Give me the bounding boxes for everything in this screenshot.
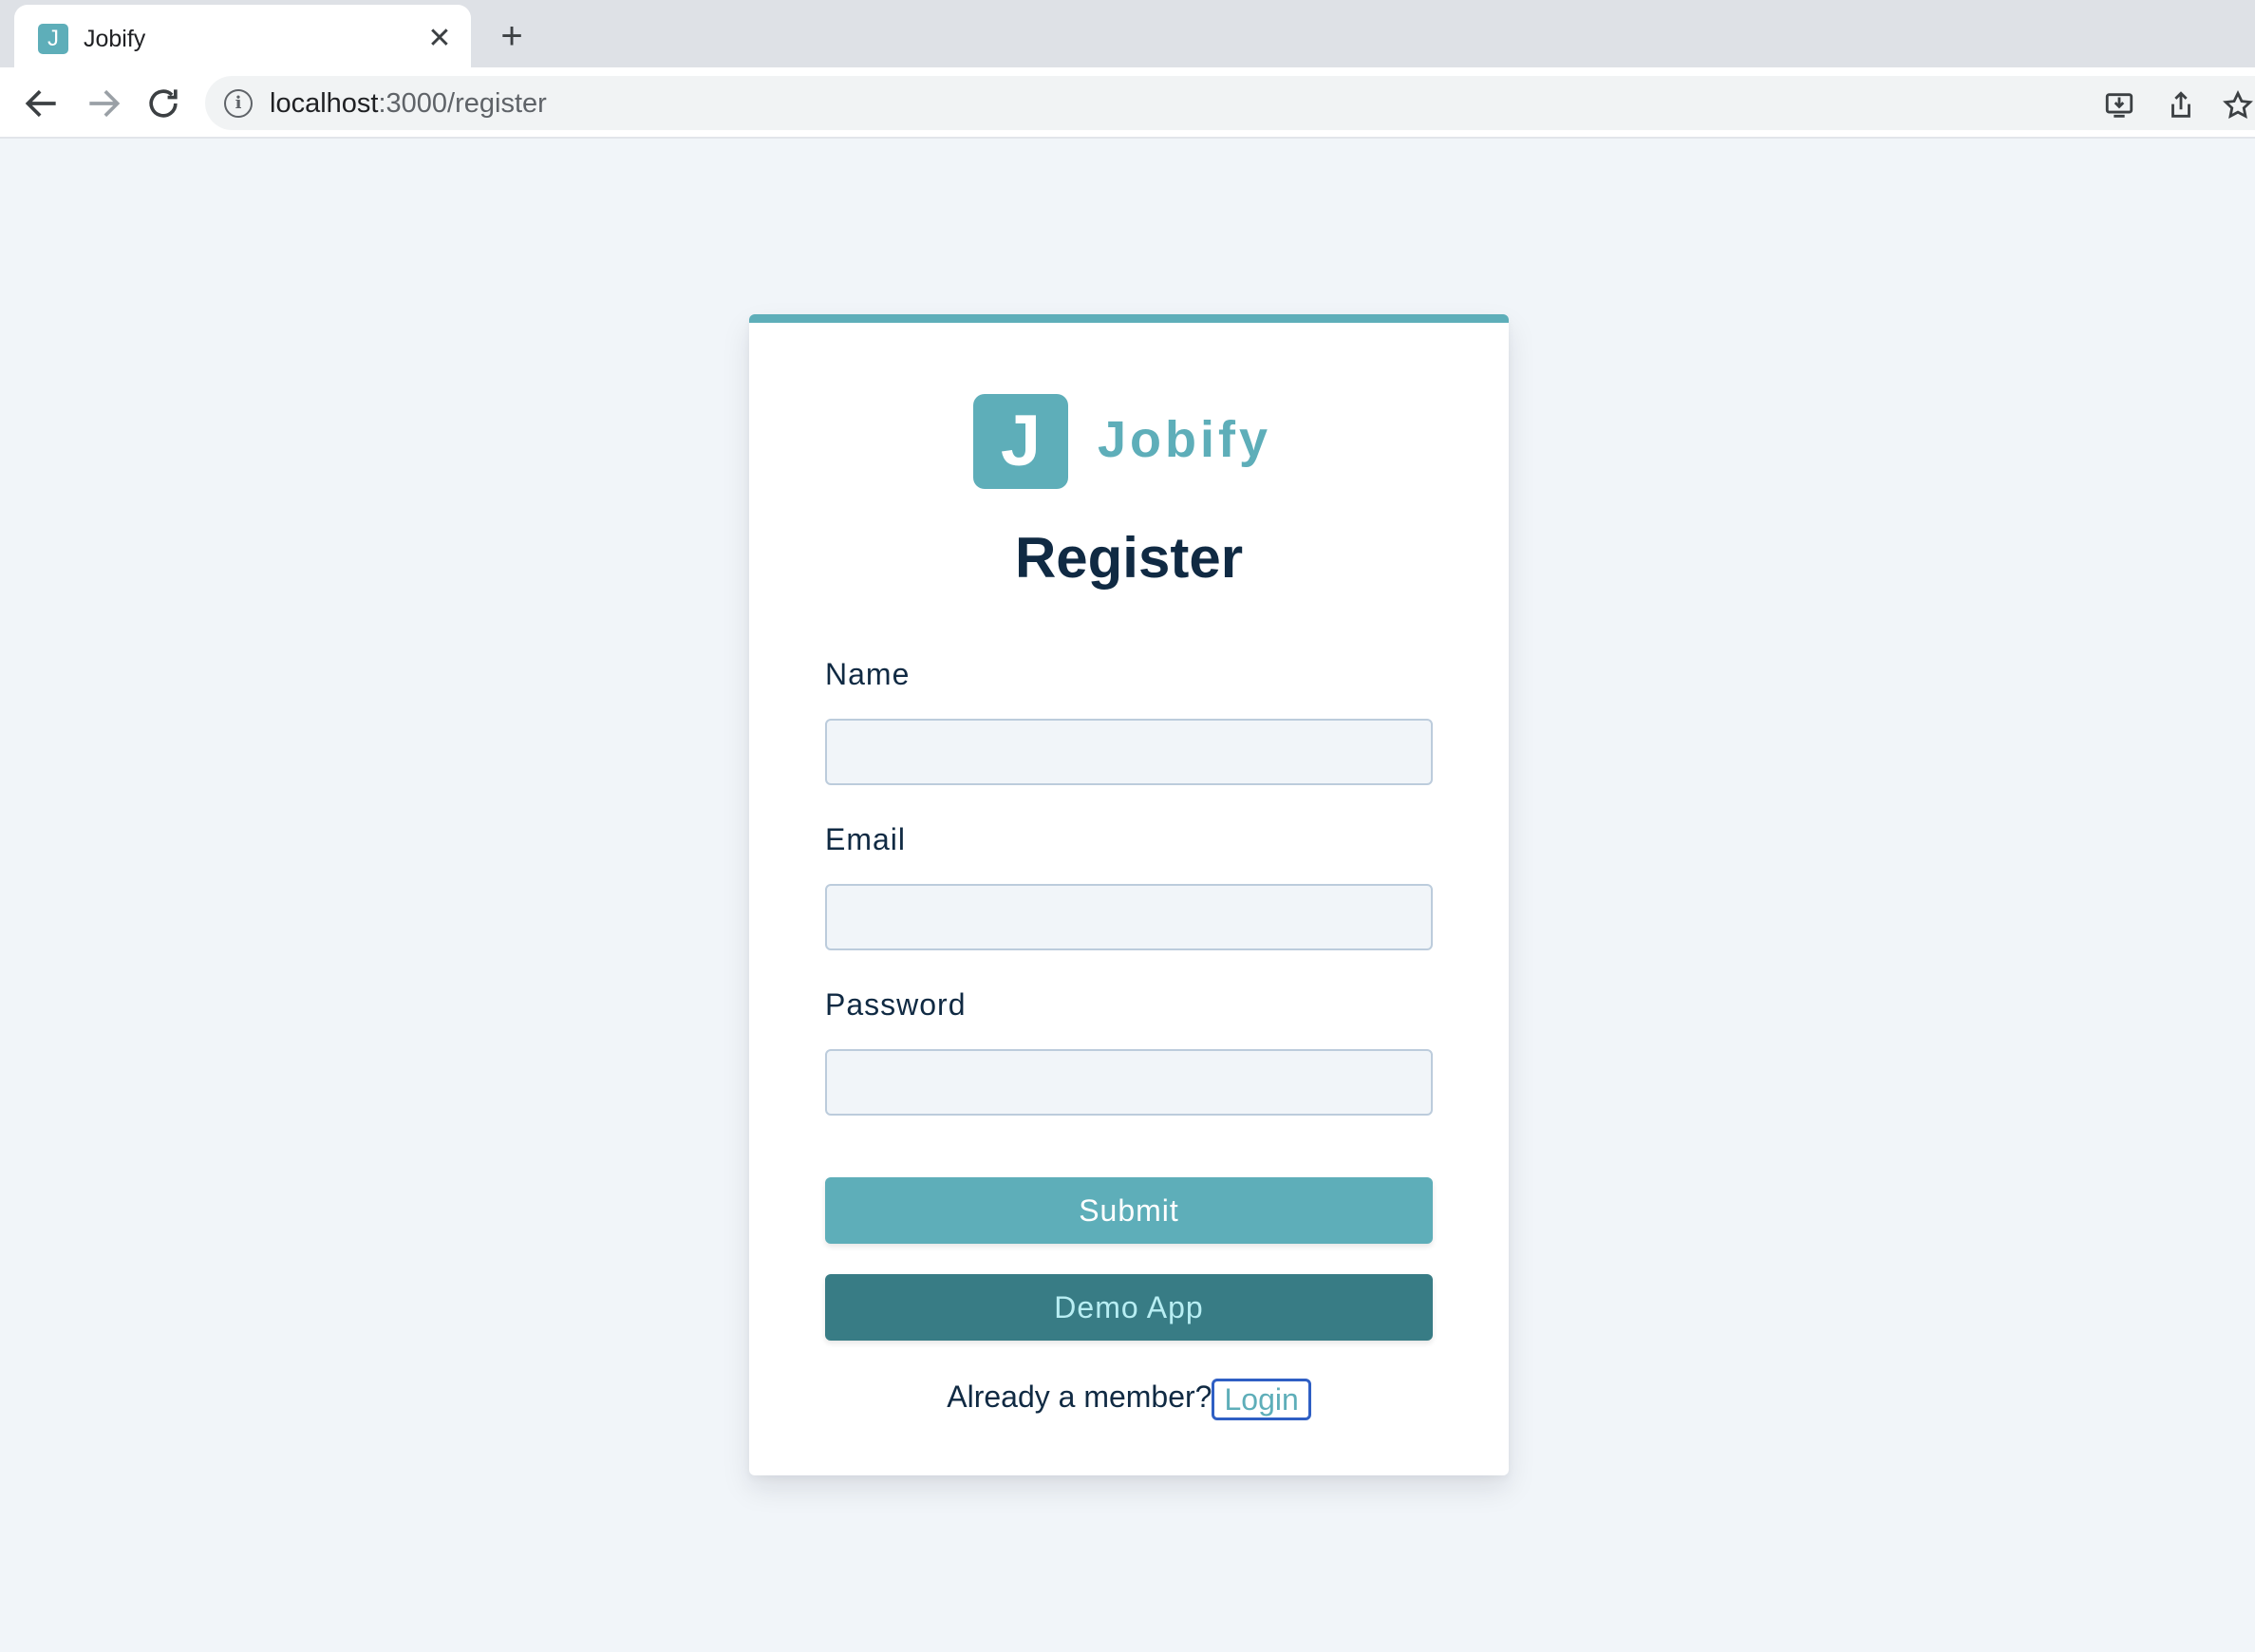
favicon-icon: J — [38, 24, 68, 54]
form-title: Register — [1014, 526, 1244, 590]
password-input[interactable] — [825, 1049, 1433, 1116]
password-label: Password — [825, 987, 967, 1022]
address-bar[interactable]: i localhost:3000/register — [205, 76, 2255, 130]
url-text[interactable]: localhost:3000/register — [270, 87, 547, 120]
arrow-left-icon — [25, 89, 56, 118]
arrow-right-icon — [89, 89, 121, 118]
email-label: Email — [825, 822, 907, 856]
name-input[interactable] — [825, 719, 1433, 785]
star-icon[interactable] — [2222, 89, 2254, 122]
logo-text: Jobify — [1098, 411, 1272, 468]
login-button[interactable]: Login — [1212, 1378, 1311, 1420]
info-icon[interactable]: i — [224, 89, 253, 118]
browser-tab-strip: J Jobify ✕ + — [0, 0, 2255, 67]
name-label: Name — [825, 657, 911, 691]
member-prompt: Already a member? Login — [749, 1375, 1509, 1420]
register-form-card: J Jobify Register Name Email Password Su… — [749, 314, 1509, 1475]
share-icon[interactable] — [2165, 89, 2197, 122]
reload-icon — [149, 89, 178, 118]
forward-button[interactable] — [83, 83, 124, 124]
tab-title: Jobify — [84, 26, 146, 52]
demo-app-button[interactable]: Demo App — [825, 1274, 1433, 1341]
new-tab-icon[interactable]: + — [491, 17, 533, 55]
browser-toolbar: i localhost:3000/register — [0, 67, 2255, 139]
reload-button[interactable] — [142, 83, 184, 124]
browser-tab[interactable]: J Jobify ✕ — [14, 5, 471, 67]
member-text: Already a member? — [947, 1380, 1212, 1414]
install-app-icon[interactable] — [2103, 89, 2135, 122]
email-input[interactable] — [825, 884, 1433, 950]
logo-icon: J — [973, 394, 1068, 489]
close-tab-icon[interactable]: ✕ — [423, 22, 457, 56]
submit-button[interactable]: Submit — [825, 1177, 1433, 1244]
back-button[interactable] — [21, 83, 63, 124]
